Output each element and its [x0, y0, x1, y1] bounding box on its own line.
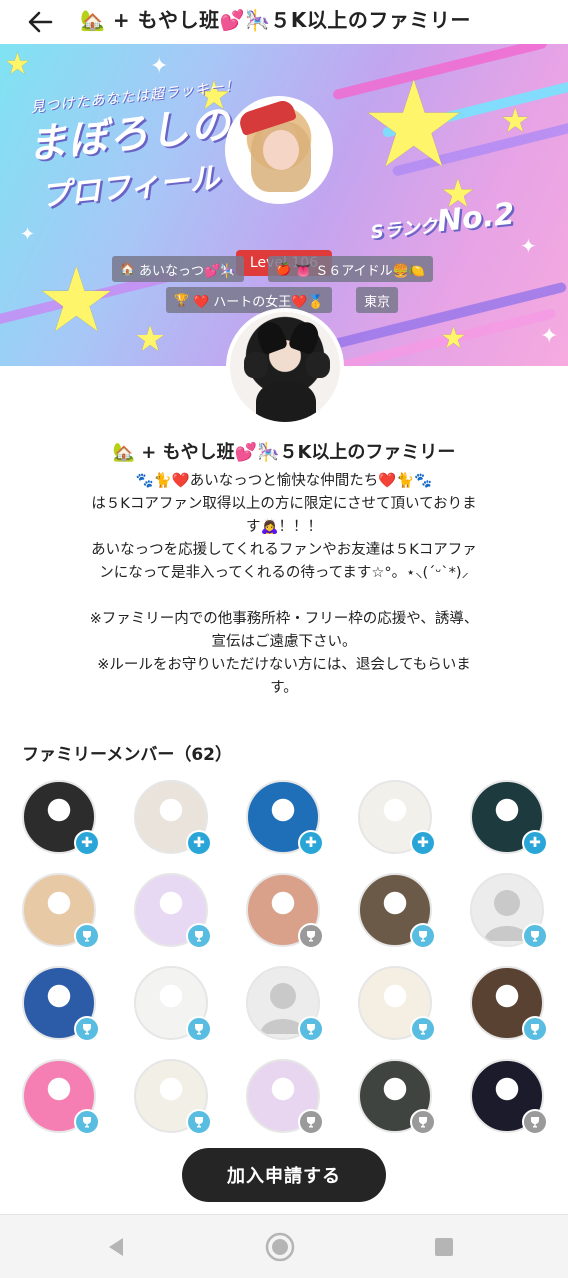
plus-badge-icon: ✚ [298, 830, 324, 856]
member-avatar[interactable] [470, 1059, 548, 1135]
trophy-badge-icon [410, 923, 436, 949]
rank-number: No.2 [435, 196, 517, 240]
trophy-icon: 🏆 [174, 293, 189, 307]
family-description: 🐾🐈❤️あいなっつと愉快な仲間たち❤️🐈🐾 は５Kコアファン取得以上の方に限定に… [20, 470, 548, 700]
plus-badge-icon: ✚ [74, 830, 100, 856]
member-avatar[interactable] [134, 873, 212, 949]
arrow-left-icon [28, 11, 53, 33]
rank-prefix: Sランク [369, 215, 439, 244]
member-avatar[interactable] [22, 873, 100, 949]
members-heading: ファミリーメンバー（62） [22, 745, 232, 765]
tag-heart-queen: 🏆 ❤️ ハートの女王❤️🥇 [166, 287, 332, 313]
member-avatar[interactable]: ✚ [470, 780, 548, 856]
member-avatar[interactable] [246, 873, 324, 949]
tag-label: 東京 [364, 294, 391, 310]
apple-icon: 🍎 [276, 262, 291, 276]
circle-home-icon [265, 1232, 295, 1262]
member-avatar[interactable] [246, 966, 324, 1042]
trophy-badge-icon [298, 1016, 324, 1042]
trophy-badge-icon [298, 923, 324, 949]
nav-home-button[interactable] [264, 1231, 296, 1263]
trophy-badge-icon [186, 923, 212, 949]
trophy-badge-icon [74, 1016, 100, 1042]
plus-badge-icon: ✚ [186, 830, 212, 856]
member-avatar[interactable] [22, 1059, 100, 1135]
description-line: ンになって是非入ってくれるの待ってます☆°。⋆⸜(ˊᵕˋ*)⸝ [99, 565, 469, 581]
banner-rank: SランクNo.2 [369, 197, 517, 247]
member-avatar[interactable] [22, 966, 100, 1042]
top-bar: 🏡 + もやし班💕🎠５K以上のファミリー [0, 0, 568, 44]
trophy-badge-icon [522, 923, 548, 949]
trophy-badge-icon [298, 1109, 324, 1135]
member-avatar[interactable] [470, 873, 548, 949]
star-icon: ★ [134, 319, 167, 360]
sparkle-icon: ✦ [20, 224, 36, 245]
tag-location: 東京 [356, 287, 399, 313]
description-line: は５Kコアファン取得以上の方に限定にさせて頂いておりま [91, 496, 477, 512]
member-avatar[interactable] [134, 966, 212, 1042]
description-line: 🐾🐈❤️あいなっつと愉快な仲間たち❤️🐈🐾 [135, 473, 433, 489]
back-button[interactable] [22, 4, 58, 40]
member-avatar[interactable] [358, 1059, 436, 1135]
plus-badge-icon: ✚ [410, 830, 436, 856]
trophy-badge-icon [74, 1109, 100, 1135]
nav-recents-button[interactable] [428, 1231, 460, 1263]
member-avatar[interactable] [358, 873, 436, 949]
owner-profile-photo[interactable] [225, 96, 333, 204]
tag-family: 🏠 あいなっつ💕🎠 [112, 256, 245, 282]
star-icon: ★ [360, 56, 468, 195]
member-avatar[interactable]: ✚ [246, 780, 324, 856]
family-name: 🏡 + もやし班💕🎠５K以上のファミリー [112, 442, 456, 463]
trophy-badge-icon [74, 923, 100, 949]
star-icon: ★ [440, 321, 467, 356]
member-avatar[interactable] [358, 966, 436, 1042]
member-avatar[interactable]: ✚ [134, 780, 212, 856]
sparkle-icon: ✦ [520, 234, 537, 258]
family-avatar[interactable] [226, 308, 344, 426]
plus-badge-icon: ✚ [522, 830, 548, 856]
star-icon: ★ [500, 101, 531, 141]
sparkle-icon: ✦ [540, 324, 559, 349]
square-recents-icon [435, 1238, 453, 1256]
star-icon: ★ [4, 47, 31, 82]
tag-label: ❤️ ハートの女王❤️🥇 [192, 294, 324, 310]
star-icon: ★ [36, 248, 117, 353]
tag-idol: 🍎 👅 Ｓ６アイドル🍔🍋 [268, 256, 433, 282]
description-line: す。 [270, 680, 298, 696]
trophy-badge-icon [410, 1016, 436, 1042]
tag-label: 👅 Ｓ６アイドル🍔🍋 [294, 263, 425, 279]
description-line: ※ファミリー内での他事務所枠・フリー枠の応援や、誘導、 [89, 611, 479, 627]
description-line: あいなっつを応援してくれるファンやお友達は５Kコアファ [91, 542, 477, 558]
trophy-badge-icon [522, 1016, 548, 1042]
description-line: す🙇‍♀️！！！ [245, 519, 323, 535]
trophy-badge-icon [410, 1109, 436, 1135]
trophy-badge-icon [186, 1016, 212, 1042]
member-avatar[interactable]: ✚ [358, 780, 436, 856]
sparkle-icon: ✦ [150, 54, 169, 79]
member-avatar[interactable] [134, 1059, 212, 1135]
system-nav-bar [0, 1214, 568, 1278]
member-avatar[interactable] [246, 1059, 324, 1135]
nav-back-button[interactable] [100, 1231, 132, 1263]
description-line: ※ルールをお守りいただけない方には、退会してもらいま [97, 657, 471, 673]
trophy-badge-icon [186, 1109, 212, 1135]
member-avatar[interactable] [470, 966, 548, 1042]
description-line: 宣伝はご遠慮下さい。 [211, 634, 357, 650]
member-avatar[interactable]: ✚ [22, 780, 100, 856]
triangle-back-icon [109, 1238, 123, 1256]
house-icon: 🏠 [120, 262, 135, 276]
join-request-button[interactable]: 加入申請する [182, 1148, 386, 1202]
trophy-badge-icon [522, 1109, 548, 1135]
tag-label: あいなっつ💕🎠 [138, 263, 237, 279]
page-title: 🏡 + もやし班💕🎠５K以上のファミリー [80, 7, 471, 32]
